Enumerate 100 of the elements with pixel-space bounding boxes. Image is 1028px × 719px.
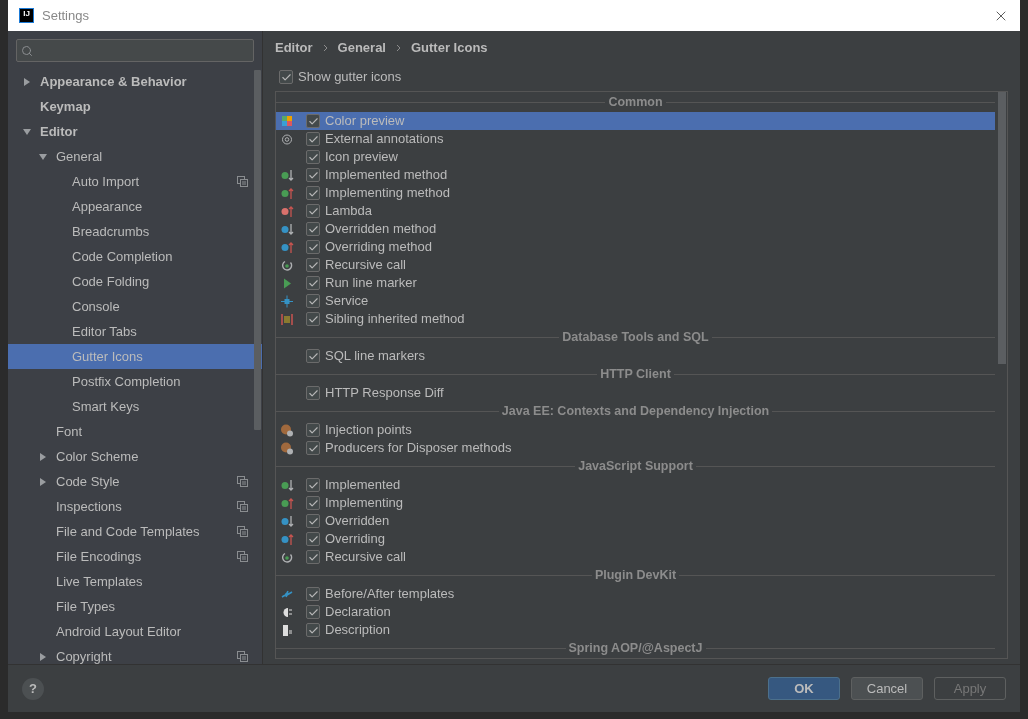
tree-item[interactable]: Code Style [8, 469, 262, 494]
option-row[interactable]: Service [276, 292, 995, 310]
tree-item-label: File Types [56, 597, 116, 616]
tree-item[interactable]: Copyright [8, 644, 262, 664]
option-label: Implementing method [325, 184, 450, 203]
tree-item-label: Appearance & Behavior [40, 72, 188, 91]
tree-item[interactable]: Appearance [8, 194, 262, 219]
option-row[interactable]: Icon preview [276, 148, 995, 166]
option-row[interactable]: Implemented method [276, 166, 995, 184]
tree-item[interactable]: File and Code Templates [8, 519, 262, 544]
option-row[interactable]: Overriding method [276, 238, 995, 256]
tree-item[interactable]: General [8, 144, 262, 169]
option-row[interactable]: Overridden method [276, 220, 995, 238]
checkbox[interactable] [306, 532, 320, 546]
tree-item[interactable]: Font [8, 419, 262, 444]
up-arrow-icon [281, 186, 294, 200]
checkbox[interactable] [306, 386, 320, 400]
option-label: Icon preview [325, 148, 398, 167]
dialog-button[interactable]: Cancel [851, 677, 923, 700]
checkbox[interactable] [306, 478, 320, 492]
checkbox[interactable] [306, 240, 320, 254]
checkbox[interactable] [306, 587, 320, 601]
search-field[interactable] [16, 39, 254, 62]
checkbox[interactable] [306, 204, 320, 218]
tree-item[interactable]: Editor [8, 119, 262, 144]
option-row[interactable]: HTTP Response Diff [276, 384, 995, 402]
option-row[interactable]: Declaration [276, 603, 995, 621]
option-row[interactable]: Recursive call [276, 548, 995, 566]
checkbox[interactable] [306, 349, 320, 363]
tree-item[interactable]: File Encodings [8, 544, 262, 569]
option-row[interactable]: SQL line markers [276, 347, 995, 365]
collapsed-arrow-icon[interactable] [38, 451, 48, 462]
copy-icon [237, 526, 248, 537]
option-row[interactable]: Description [276, 621, 995, 639]
tree-item[interactable]: Console [8, 294, 262, 319]
option-row[interactable]: Recursive call [276, 256, 995, 274]
option-row[interactable]: Before/After templates [276, 585, 995, 603]
option-row[interactable]: Implementing [276, 494, 995, 512]
checkbox[interactable] [306, 441, 320, 455]
tree-item[interactable]: Android Layout Editor [8, 619, 262, 644]
dialog-button[interactable]: OK [768, 677, 840, 700]
checkbox[interactable] [306, 258, 320, 272]
tree-item[interactable]: Appearance & Behavior [8, 69, 262, 94]
tree-item[interactable]: Color Scheme [8, 444, 262, 469]
checkbox[interactable] [306, 186, 320, 200]
tree-item[interactable]: Live Templates [8, 569, 262, 594]
option-row[interactable]: Sibling inherited method [276, 310, 995, 328]
chevron-icon [396, 43, 401, 52]
checkbox[interactable] [306, 550, 320, 564]
tree-item[interactable]: Breadcrumbs [8, 219, 262, 244]
checkbox[interactable] [306, 496, 320, 510]
tree-item[interactable]: Code Completion [8, 244, 262, 269]
checkbox[interactable] [306, 312, 320, 326]
tree-item[interactable]: Auto Import [8, 169, 262, 194]
scrollbar[interactable] [998, 92, 1006, 364]
checkbox[interactable] [306, 605, 320, 619]
option-row[interactable]: Lambda [276, 202, 995, 220]
collapsed-arrow-icon[interactable] [22, 76, 32, 87]
copy-icon [237, 176, 248, 187]
tree-item[interactable]: Editor Tabs [8, 319, 262, 344]
tree-item-label: Postfix Completion [72, 372, 182, 391]
down-arrow-icon [281, 514, 294, 528]
checkbox[interactable] [306, 294, 320, 308]
tree-item[interactable]: File Types [8, 594, 262, 619]
tree-item[interactable]: Smart Keys [8, 394, 262, 419]
option-row[interactable]: Producers for Disposer methods [276, 439, 995, 457]
scrollbar[interactable] [254, 70, 261, 430]
collapsed-arrow-icon[interactable] [38, 651, 48, 662]
checkbox[interactable] [279, 70, 293, 84]
option-row[interactable]: Implementing method [276, 184, 995, 202]
recursive-icon [281, 550, 294, 564]
option-label: Sibling inherited method [325, 310, 465, 329]
checkbox[interactable] [306, 222, 320, 236]
option-row[interactable]: Injection points [276, 421, 995, 439]
checkbox[interactable] [306, 114, 320, 128]
play-icon [281, 276, 294, 290]
option-row[interactable]: Overridden [276, 512, 995, 530]
option-row[interactable]: External annotations [276, 130, 995, 148]
option-row[interactable]: Implemented [276, 476, 995, 494]
up-arrow-icon [281, 496, 294, 510]
option-label: Declaration [325, 603, 391, 622]
checkbox[interactable] [306, 514, 320, 528]
option-row[interactable]: Overriding [276, 530, 995, 548]
checkbox[interactable] [306, 132, 320, 146]
checkbox[interactable] [306, 168, 320, 182]
document-icon [281, 623, 294, 637]
tree-item[interactable]: Postfix Completion [8, 369, 262, 394]
option-row[interactable]: Run line marker [276, 274, 995, 292]
section-header: JavaScript Support [578, 458, 693, 476]
checkbox[interactable] [306, 623, 320, 637]
expanded-arrow-icon[interactable] [22, 126, 32, 137]
tree-item[interactable]: Keymap [8, 94, 262, 119]
checkbox[interactable] [306, 150, 320, 164]
expanded-arrow-icon[interactable] [38, 151, 48, 162]
help-button[interactable]: ? [22, 677, 44, 700]
checkbox[interactable] [306, 423, 320, 437]
tree-item[interactable]: Inspections [8, 494, 262, 519]
checkbox[interactable] [306, 276, 320, 290]
collapsed-arrow-icon[interactable] [38, 476, 48, 487]
tree-item[interactable]: Code Folding [8, 269, 262, 294]
